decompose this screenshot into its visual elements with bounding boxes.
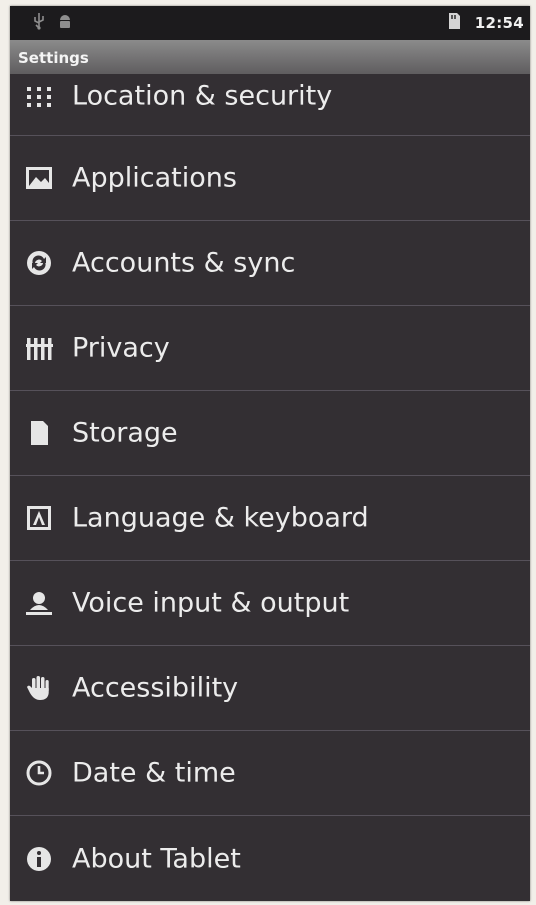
sd-card-icon (447, 12, 461, 34)
settings-item-label: Date & time (72, 757, 236, 789)
sync-icon (24, 248, 54, 278)
settings-item-date-time[interactable]: Date & time (10, 731, 530, 816)
info-icon (24, 844, 54, 874)
settings-item-about-tablet[interactable]: About Tablet (10, 816, 530, 901)
settings-item-label: Language & keyboard (72, 502, 369, 534)
android-debug-icon (58, 13, 72, 29)
storage-icon (24, 418, 54, 448)
settings-item-privacy[interactable]: Privacy (10, 306, 530, 391)
settings-item-accounts-sync[interactable]: Accounts & sync (10, 221, 530, 306)
privacy-icon (24, 333, 54, 363)
settings-item-applications[interactable]: Applications (10, 136, 530, 221)
settings-item-voice-input-output[interactable]: Voice input & output (10, 561, 530, 646)
settings-item-accessibility[interactable]: Accessibility (10, 646, 530, 731)
status-right-icons: 12:54 (447, 12, 524, 34)
location-grid-icon (24, 81, 54, 111)
settings-item-language-keyboard[interactable]: Language & keyboard (10, 476, 530, 561)
settings-list: Location & security Applications Account… (10, 74, 530, 901)
usb-icon (32, 12, 46, 30)
status-bar: 12:54 (10, 6, 530, 40)
clock-icon (24, 758, 54, 788)
status-left-icons (32, 12, 72, 30)
voice-icon (24, 588, 54, 618)
status-clock: 12:54 (474, 14, 524, 32)
settings-item-label: Applications (72, 162, 237, 194)
settings-item-label: Privacy (72, 332, 170, 364)
hand-icon (24, 673, 54, 703)
settings-item-label: Storage (72, 417, 178, 449)
settings-item-storage[interactable]: Storage (10, 391, 530, 476)
settings-item-location-security[interactable]: Location & security (10, 74, 530, 136)
device-screen: 12:54 Settings Location & security Appli… (10, 6, 530, 901)
settings-item-label: Location & security (72, 80, 333, 112)
page-title: Settings (18, 49, 89, 67)
keyboard-icon (24, 503, 54, 533)
settings-item-label: Accessibility (72, 672, 239, 704)
title-bar: Settings (10, 40, 530, 74)
settings-item-label: About Tablet (72, 843, 241, 874)
applications-icon (24, 163, 54, 193)
settings-item-label: Voice input & output (72, 587, 350, 619)
settings-item-label: Accounts & sync (72, 247, 296, 279)
